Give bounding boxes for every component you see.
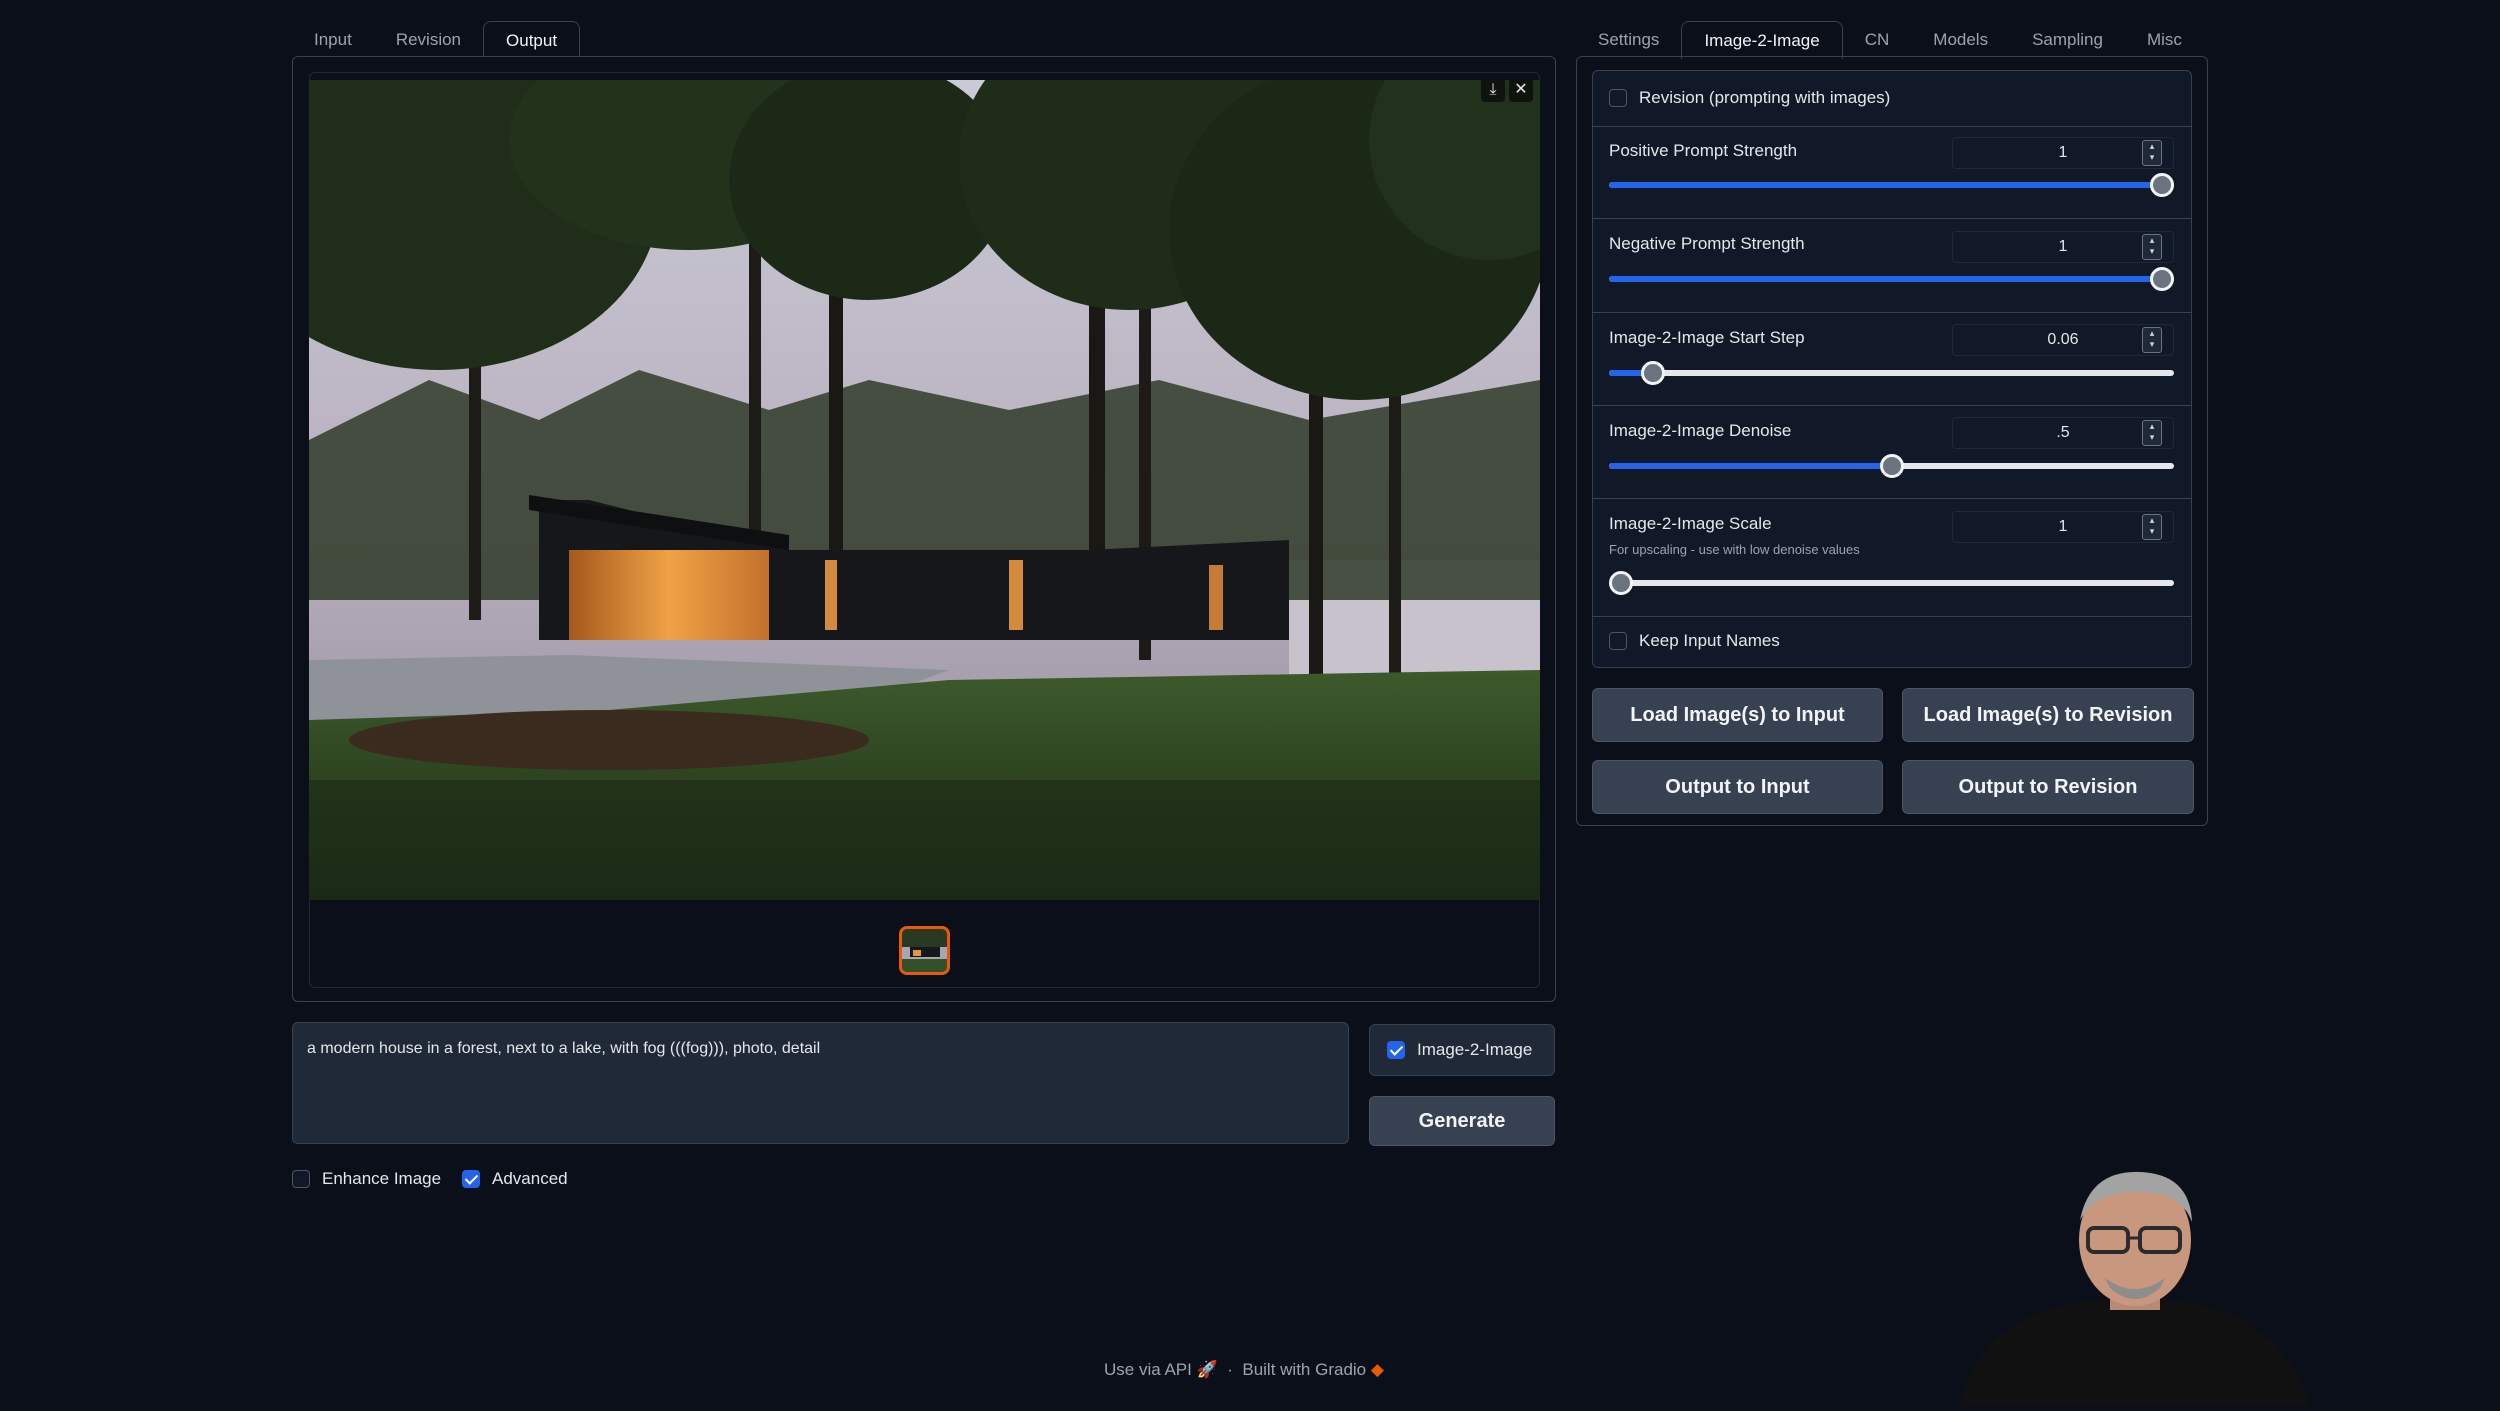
revision-option[interactable]: Revision (prompting with images): [1609, 88, 1890, 108]
tab-settings[interactable]: Settings: [1576, 21, 1681, 59]
tab-sampling[interactable]: Sampling: [2010, 21, 2125, 59]
use-via-api-link[interactable]: Use via API: [1104, 1360, 1192, 1379]
positive-strength-input[interactable]: 1: [1952, 137, 2174, 169]
slider-handle[interactable]: [2150, 173, 2174, 197]
slider-fill: [1609, 463, 1892, 469]
tab-output[interactable]: Output: [483, 21, 581, 59]
negative-strength-slider[interactable]: [1609, 267, 2174, 291]
close-icon[interactable]: ✕: [1509, 80, 1533, 102]
denoise-spinner[interactable]: ▴ ▾: [2142, 420, 2162, 446]
generate-button[interactable]: Generate: [1369, 1096, 1555, 1146]
tab-revision[interactable]: Revision: [374, 21, 483, 59]
image-2-image-label: Image-2-Image: [1417, 1040, 1533, 1059]
output-to-revision-button[interactable]: Output to Revision: [1902, 760, 2194, 814]
divider: [1592, 312, 2192, 313]
divider: [1592, 616, 2192, 617]
enhance-image-checkbox[interactable]: [292, 1170, 310, 1188]
divider: [1592, 126, 2192, 127]
prompt-input[interactable]: a modern house in a forest, next to a la…: [292, 1022, 1349, 1144]
load-images-to-input-button[interactable]: Load Image(s) to Input: [1592, 688, 1883, 742]
left-tab-bar: Input Revision Output: [292, 21, 581, 59]
start-step-input[interactable]: 0.06: [1952, 324, 2174, 356]
tab-misc[interactable]: Misc: [2125, 21, 2204, 59]
tab-cn[interactable]: CN: [1843, 21, 1912, 59]
load-images-to-revision-button[interactable]: Load Image(s) to Revision: [1902, 688, 2194, 742]
image-2-image-checkbox[interactable]: [1387, 1041, 1405, 1059]
presenter-webcam: [1940, 1160, 2320, 1406]
positive-strength-slider[interactable]: [1609, 173, 2174, 197]
advanced-option[interactable]: Advanced: [462, 1169, 568, 1189]
denoise-slider[interactable]: [1609, 454, 2174, 478]
negative-strength-label: Negative Prompt Strength: [1609, 234, 1805, 253]
enhance-image-label: Enhance Image: [322, 1169, 442, 1188]
house-in-forest-photo: [309, 80, 1540, 900]
start-step-spinner[interactable]: ▴ ▾: [2142, 327, 2162, 353]
tab-input[interactable]: Input: [292, 21, 374, 59]
revision-label: Revision (prompting with images): [1639, 88, 1891, 107]
advanced-label: Advanced: [492, 1169, 568, 1188]
presenter-image: [1960, 1171, 2310, 1406]
revision-checkbox[interactable]: [1609, 89, 1627, 107]
slider-handle[interactable]: [1609, 571, 1633, 595]
enhance-image-option[interactable]: Enhance Image: [292, 1169, 441, 1189]
positive-strength-label: Positive Prompt Strength: [1609, 141, 1798, 160]
right-tab-bar: Settings Image-2-Image CN Models Samplin…: [1576, 21, 2204, 59]
download-icon[interactable]: ⤓: [1481, 80, 1505, 102]
scale-info: For upscaling - use with low denoise val…: [1609, 542, 1860, 557]
slider-fill: [1609, 370, 1643, 376]
negative-strength-spinner[interactable]: ▴ ▾: [2142, 234, 2162, 260]
built-with-gradio-link[interactable]: Built with Gradio: [1242, 1360, 1366, 1379]
scale-input[interactable]: 1: [1952, 511, 2174, 543]
divider: [1592, 405, 2192, 406]
scale-spinner[interactable]: ▴ ▾: [2142, 514, 2162, 540]
slider-handle[interactable]: [2150, 267, 2174, 291]
divider: [1592, 218, 2192, 219]
tab-image-2-image[interactable]: Image-2-Image: [1681, 21, 1843, 59]
start-step-label: Image-2-Image Start Step: [1609, 328, 1805, 347]
denoise-input[interactable]: .5: [1952, 417, 2174, 449]
scale-slider[interactable]: [1609, 571, 2174, 595]
thumbnail-image: [902, 929, 947, 972]
keep-input-names-option[interactable]: Keep Input Names: [1609, 631, 1780, 651]
denoise-label: Image-2-Image Denoise: [1609, 421, 1792, 440]
advanced-checkbox[interactable]: [462, 1170, 480, 1188]
divider: [1592, 498, 2192, 499]
tab-models[interactable]: Models: [1911, 21, 2010, 59]
slider-handle[interactable]: [1879, 454, 1904, 478]
scale-label: Image-2-Image Scale: [1609, 514, 1772, 533]
output-thumbnail[interactable]: [899, 926, 950, 975]
slider-fill: [1609, 182, 2174, 188]
negative-strength-input[interactable]: 1: [1952, 231, 2174, 263]
image-2-image-toggle[interactable]: Image-2-Image: [1369, 1024, 1555, 1076]
slider-fill: [1609, 276, 2174, 282]
rocket-icon: 🚀: [1196, 1360, 1218, 1379]
positive-strength-spinner[interactable]: ▴ ▾: [2142, 140, 2162, 166]
gradio-logo-icon: ◆: [1370, 1360, 1384, 1379]
keep-input-names-checkbox[interactable]: [1609, 632, 1627, 650]
start-step-slider[interactable]: [1609, 361, 2174, 385]
keep-input-names-label: Keep Input Names: [1639, 631, 1780, 650]
footer-separator: ·: [1227, 1360, 1233, 1379]
output-image[interactable]: ⤓ ✕: [309, 80, 1540, 900]
output-to-input-button[interactable]: Output to Input: [1592, 760, 1883, 814]
footer: Use via API 🚀 · Built with Gradio ◆: [1104, 1360, 1384, 1380]
